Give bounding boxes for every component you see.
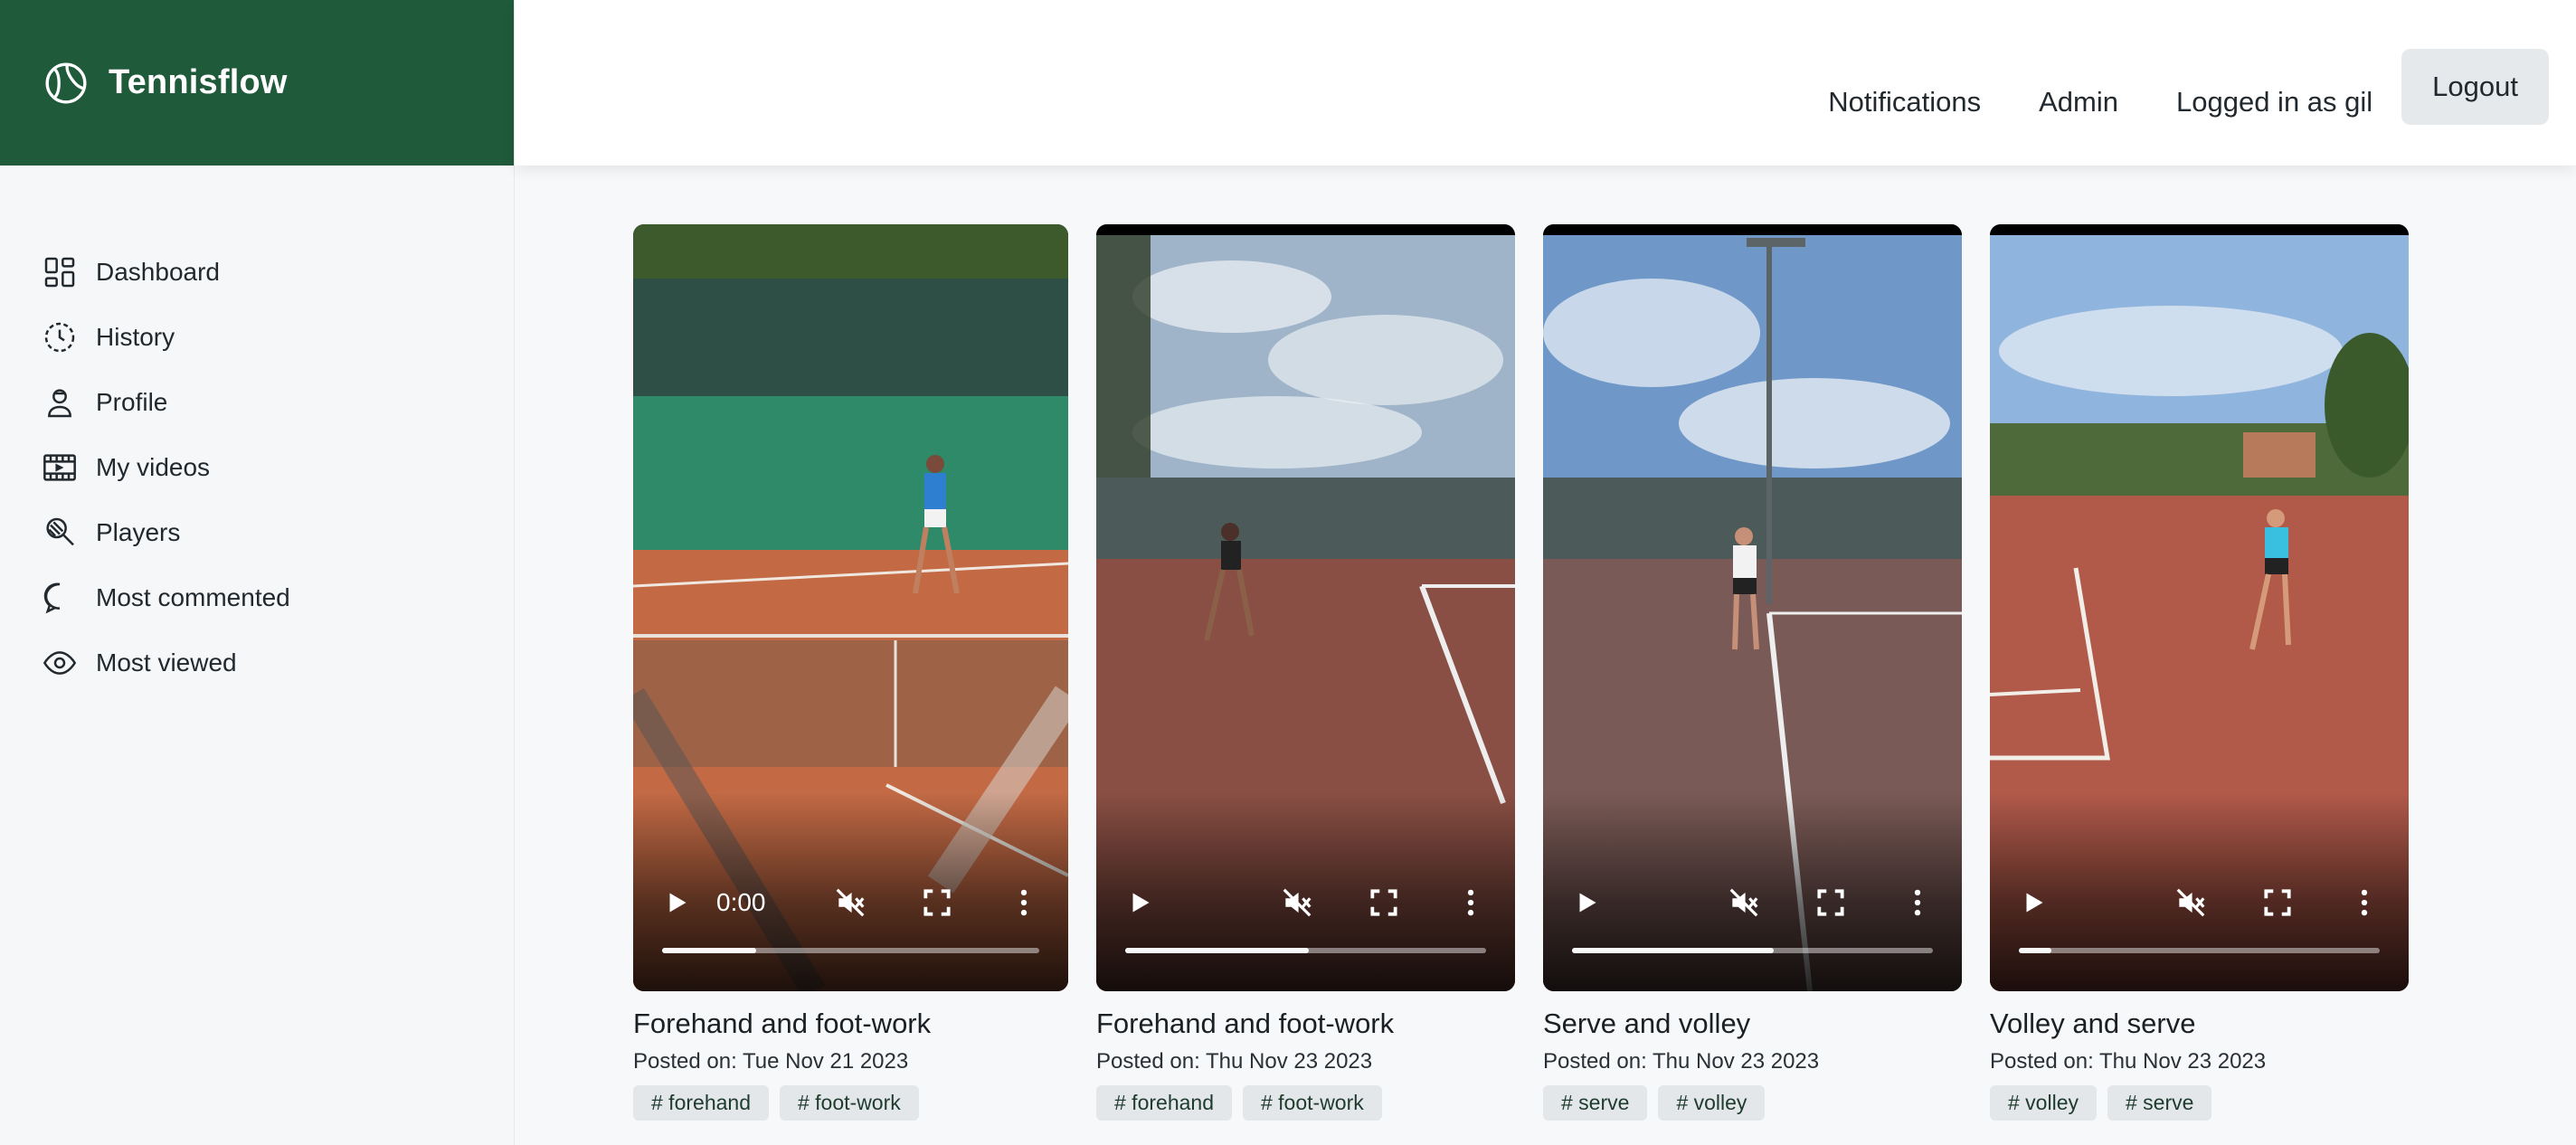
progress-fill <box>2019 948 2051 953</box>
video-controls <box>1990 792 2409 991</box>
play-icon[interactable] <box>1123 886 1156 919</box>
video-player[interactable] <box>1990 224 2409 991</box>
sidebar-nav: Dashboard History Profile My videos Play… <box>0 240 514 696</box>
sidebar: Tennisflow Dashboard History Profile My … <box>0 0 515 1145</box>
progress-bar[interactable] <box>1572 948 1933 953</box>
tag-badge[interactable]: # foot-work <box>779 1085 919 1121</box>
control-row: 0:00 <box>660 885 1041 921</box>
tag-badge[interactable]: # forehand <box>1096 1085 1232 1121</box>
more-options-icon[interactable] <box>2347 885 2382 920</box>
sidebar-item-profile[interactable]: Profile <box>42 370 514 435</box>
brand-name: Tennisflow <box>109 63 288 101</box>
video-player[interactable]: 0:00 <box>633 224 1068 991</box>
mute-icon[interactable] <box>2174 885 2208 920</box>
mute-icon[interactable] <box>1280 885 1314 920</box>
sidebar-item-history[interactable]: History <box>42 305 514 370</box>
video-controls: 0:00 <box>633 792 1068 991</box>
video-grid: 0:00 Forehand and foot-work Posted on: T… <box>633 224 2409 1121</box>
notifications-link[interactable]: Notifications <box>1799 80 2010 124</box>
eye-icon <box>43 651 77 675</box>
admin-link[interactable]: Admin <box>2010 80 2147 124</box>
control-row <box>1123 885 1488 921</box>
progress-fill <box>1572 948 1775 953</box>
tennis-ball-icon <box>45 62 87 103</box>
play-icon[interactable] <box>1570 886 1603 919</box>
video-player[interactable] <box>1543 224 1962 991</box>
tag-list: # forehand # foot-work <box>1096 1085 1515 1121</box>
posted-date: Posted on: Thu Nov 23 2023 <box>1096 1049 1373 1074</box>
fullscreen-icon[interactable] <box>1814 885 1848 920</box>
video-card: 0:00 Forehand and foot-work Posted on: T… <box>633 224 1068 1121</box>
video-title[interactable]: Forehand and foot-work <box>633 1008 1068 1040</box>
mute-icon[interactable] <box>833 885 867 920</box>
play-icon[interactable] <box>2017 886 2050 919</box>
control-row <box>1570 885 1935 921</box>
mute-icon[interactable] <box>1727 885 1761 920</box>
sidebar-item-label: Dashboard <box>96 258 220 286</box>
fullscreen-icon[interactable] <box>920 885 954 920</box>
fullscreen-icon[interactable] <box>2260 885 2295 920</box>
more-options-icon[interactable] <box>1900 885 1935 920</box>
progress-bar[interactable] <box>1125 948 1486 953</box>
sidebar-item-most-commented[interactable]: Most commented <box>42 565 514 630</box>
video-title[interactable]: Volley and serve <box>1990 1008 2409 1040</box>
sidebar-item-dashboard[interactable]: Dashboard <box>42 240 514 305</box>
tag-badge[interactable]: # volley <box>1658 1085 1766 1121</box>
sidebar-item-players[interactable]: Players <box>42 500 514 565</box>
video-controls <box>1543 792 1962 991</box>
tag-list: # serve # volley <box>1543 1085 1962 1121</box>
racket-icon <box>46 517 74 546</box>
progress-bar[interactable] <box>2019 948 2380 953</box>
more-options-icon[interactable] <box>1454 885 1488 920</box>
tag-list: # volley # serve <box>1990 1085 2409 1121</box>
film-icon <box>43 454 76 481</box>
dashboard-icon <box>44 257 75 288</box>
more-options-icon[interactable] <box>1007 885 1041 920</box>
posted-date: Posted on: Tue Nov 21 2023 <box>633 1049 909 1074</box>
top-header: Notifications Admin Logged in as gil Log… <box>515 0 2576 166</box>
video-card: Volley and serve Posted on: Thu Nov 23 2… <box>1990 224 2409 1121</box>
brand[interactable]: Tennisflow <box>0 0 514 166</box>
progress-fill <box>1125 948 1310 953</box>
sidebar-item-label: Profile <box>96 388 168 416</box>
logged-in-user[interactable]: Logged in as gil <box>2147 80 2401 124</box>
logout-button[interactable]: Logout <box>2401 49 2549 125</box>
sidebar-item-label: Most viewed <box>96 648 237 677</box>
video-card: Forehand and foot-work Posted on: Thu No… <box>1096 224 1515 1121</box>
sidebar-item-label: My videos <box>96 453 211 481</box>
posted-date: Posted on: Thu Nov 23 2023 <box>1543 1049 1820 1074</box>
video-player[interactable] <box>1096 224 1515 991</box>
sidebar-item-label: Most commented <box>96 583 290 611</box>
video-card: Serve and volley Posted on: Thu Nov 23 2… <box>1543 224 1962 1121</box>
progress-bar[interactable] <box>662 948 1039 953</box>
video-title[interactable]: Forehand and foot-work <box>1096 1008 1515 1040</box>
posted-date: Posted on: Thu Nov 23 2023 <box>1990 1049 2267 1074</box>
fullscreen-icon[interactable] <box>1367 885 1401 920</box>
sidebar-item-label: Players <box>96 518 181 546</box>
header-links: Notifications Admin Logged in as gil Log… <box>1799 49 2549 125</box>
tag-list: # forehand # foot-work <box>633 1085 1068 1121</box>
sidebar-item-my-videos[interactable]: My videos <box>42 435 514 500</box>
person-icon <box>48 389 71 418</box>
tag-badge[interactable]: # forehand <box>633 1085 769 1121</box>
tag-badge[interactable]: # volley <box>1990 1085 2097 1121</box>
tag-badge[interactable]: # serve <box>1543 1085 1648 1121</box>
tag-badge[interactable]: # foot-work <box>1242 1085 1382 1121</box>
clock-icon <box>44 322 75 353</box>
control-row <box>2017 885 2382 921</box>
sidebar-item-label: History <box>96 323 175 351</box>
time-display: 0:00 <box>716 888 766 916</box>
video-controls <box>1096 792 1515 991</box>
sidebar-item-most-viewed[interactable]: Most viewed <box>42 630 514 696</box>
progress-fill <box>662 948 757 953</box>
comment-icon <box>43 582 61 614</box>
play-icon[interactable] <box>660 886 693 919</box>
tag-badge[interactable]: # serve <box>2107 1085 2212 1121</box>
video-title[interactable]: Serve and volley <box>1543 1008 1962 1040</box>
